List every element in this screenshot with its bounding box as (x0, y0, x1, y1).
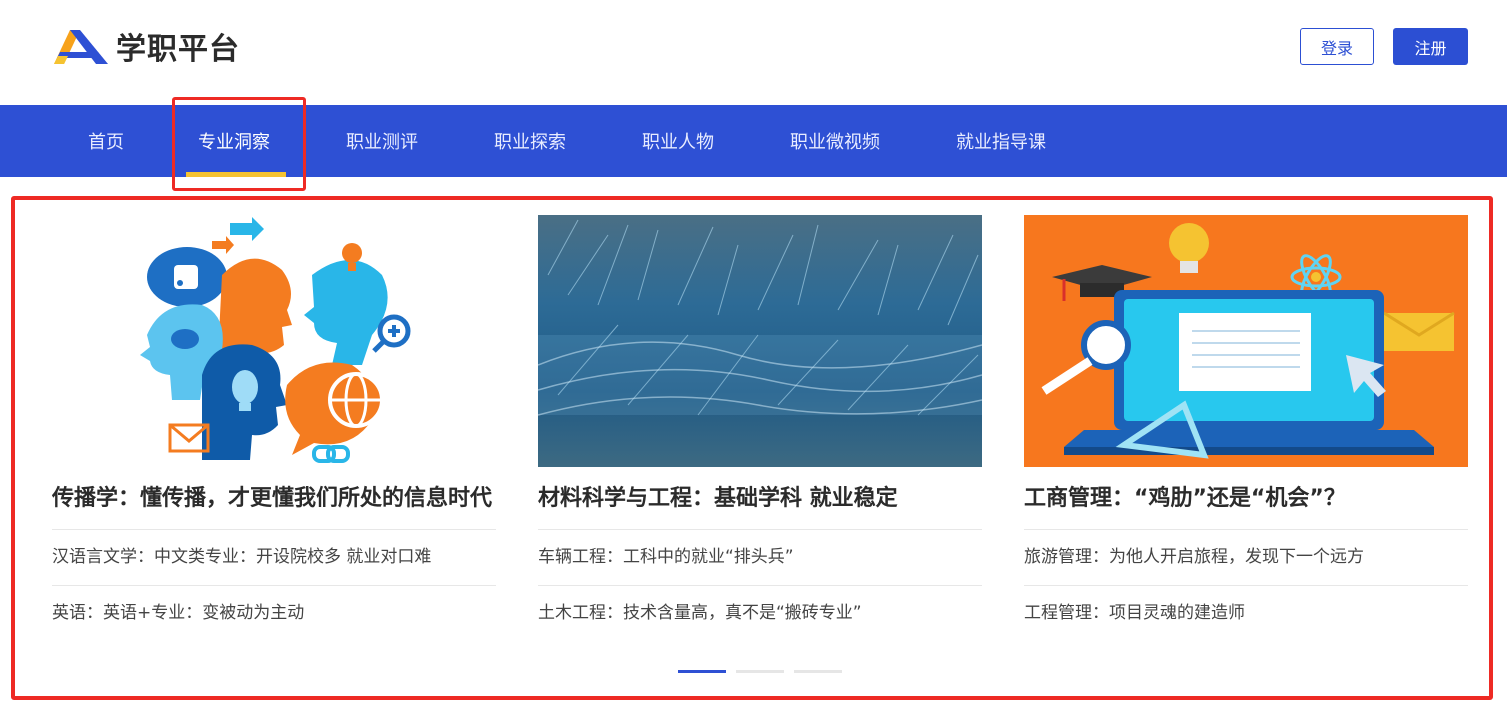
highlight-box-content (11, 196, 1493, 700)
logo-icon (54, 30, 108, 64)
nav-item-career-exploration[interactable]: 职业探索 (494, 105, 566, 177)
header: 学职平台 登录 注册 (0, 0, 1507, 105)
nav-item-home[interactable]: 首页 (88, 105, 124, 177)
logo-text: 学职平台 (116, 32, 240, 67)
nav-item-career-videos[interactable]: 职业微视频 (790, 105, 880, 177)
highlight-box-nav (172, 97, 306, 191)
logo[interactable]: 学职平台 (52, 24, 240, 68)
nav-item-employment-guidance[interactable]: 就业指导课 (956, 105, 1046, 177)
register-button[interactable]: 注册 (1393, 28, 1468, 65)
nav-item-career-people[interactable]: 职业人物 (642, 105, 714, 177)
login-button[interactable]: 登录 (1300, 28, 1374, 65)
nav-item-career-assessment[interactable]: 职业测评 (346, 105, 418, 177)
